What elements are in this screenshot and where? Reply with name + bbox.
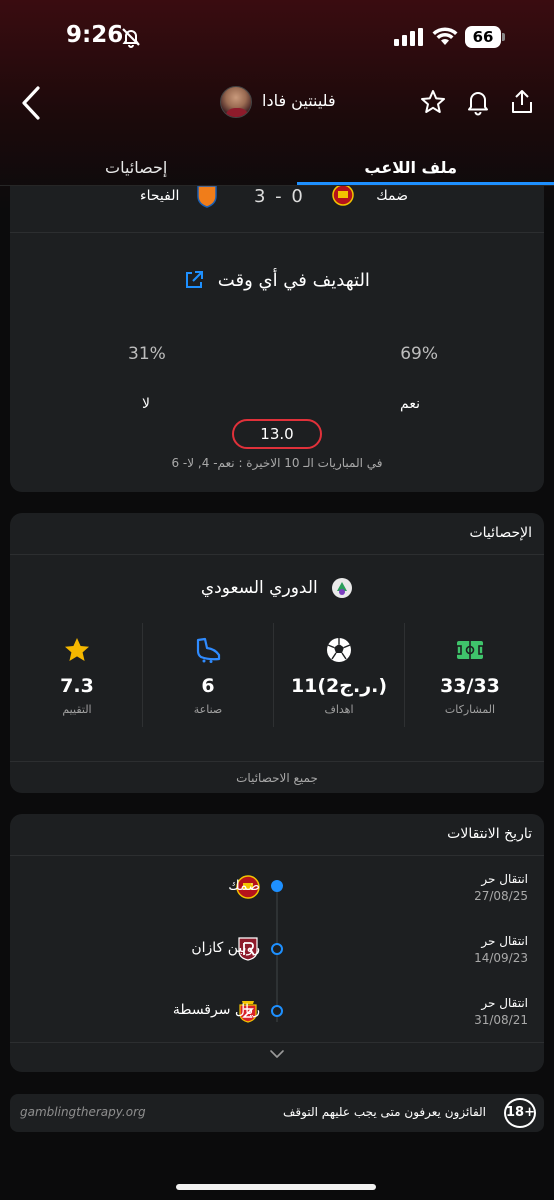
stat-appearances: 33/33 المشاركات bbox=[405, 623, 535, 728]
transfer-club[interactable]: روبين كازان bbox=[191, 940, 260, 956]
football-icon bbox=[327, 638, 351, 662]
match-prop-card: ضمك 3 - 0 الفيحاء التهديف في أي وقت 69% … bbox=[10, 186, 544, 492]
rating-value: 7.3 bbox=[60, 675, 94, 697]
all-statistics-link[interactable]: جميع الاحصائيات bbox=[10, 761, 544, 793]
transfer-history-header: تاريخ الانتقالات bbox=[447, 826, 532, 842]
wifi-icon bbox=[432, 27, 458, 45]
player-avatar bbox=[220, 86, 252, 118]
home-indicator[interactable] bbox=[176, 1184, 376, 1190]
notification-bell-icon[interactable] bbox=[464, 88, 492, 116]
timeline-dot-current bbox=[271, 880, 283, 892]
stat-goals: 11(2ر.ج.) اهداف bbox=[274, 623, 404, 728]
divider bbox=[10, 554, 544, 555]
prop-title: التهديف في أي وقت bbox=[217, 270, 370, 291]
transfer-date: 31/08/21 bbox=[474, 1013, 528, 1027]
match-score: 3 - 0 bbox=[254, 186, 305, 207]
transfer-club[interactable]: ريال سرقسطة bbox=[173, 1002, 260, 1018]
alfayha-crest-icon bbox=[197, 186, 217, 208]
goals-label: اهداف bbox=[324, 703, 354, 716]
rating-label: التقييم bbox=[62, 703, 92, 716]
external-link-icon[interactable] bbox=[184, 270, 204, 290]
no-label: لا bbox=[142, 396, 150, 412]
assists-label: صناعة bbox=[193, 703, 223, 716]
timeline-dot bbox=[271, 943, 283, 955]
transfer-type: انتقال حر bbox=[481, 934, 528, 948]
appearances-value: 33/33 bbox=[440, 675, 500, 697]
tab-bar: ملف اللاعب إحصائيات bbox=[0, 152, 554, 188]
timeline-line bbox=[276, 888, 278, 1022]
transfer-history-card: تاريخ الانتقالات انتقال حر 27/08/25 ضمك … bbox=[10, 814, 544, 1072]
damac-crest-icon bbox=[332, 186, 354, 206]
battery-tip bbox=[502, 33, 505, 41]
tab-player-profile[interactable]: ملف اللاعب bbox=[364, 158, 457, 177]
pitch-icon bbox=[456, 641, 484, 659]
divider bbox=[10, 1042, 544, 1043]
transfer-date: 27/08/25 bbox=[474, 889, 528, 903]
stat-rating: 7.3 التقييم bbox=[12, 623, 142, 728]
star-icon bbox=[65, 638, 89, 661]
back-arrow-icon[interactable] bbox=[16, 80, 48, 126]
column-divider bbox=[404, 623, 405, 727]
goals-value: 11(2ر.ج.) bbox=[290, 675, 388, 697]
battery-level: 66 bbox=[465, 26, 501, 48]
stat-assists: 6 صناعة bbox=[143, 623, 273, 728]
yes-label: نعم bbox=[400, 396, 420, 412]
league-name: الدوري السعودي bbox=[200, 578, 318, 598]
last-10-summary: في المباريات الـ 10 الاخيرة : نعم- 4, لا… bbox=[171, 456, 383, 470]
prop-title-row: التهديف في أي وقت bbox=[10, 270, 544, 291]
match-row[interactable]: ضمك 3 - 0 الفيحاء bbox=[10, 186, 544, 228]
active-tab-indicator bbox=[297, 182, 554, 185]
cellular-signal-icon bbox=[394, 28, 423, 46]
column-divider bbox=[142, 623, 143, 727]
tab-statistics[interactable]: إحصائيات bbox=[105, 158, 167, 177]
status-time: 9:26 bbox=[66, 22, 124, 48]
bell-muted-icon bbox=[122, 28, 140, 48]
star-outline-icon[interactable] bbox=[419, 88, 447, 116]
divider bbox=[10, 855, 544, 856]
chevron-down-icon[interactable] bbox=[268, 1048, 286, 1060]
column-divider bbox=[273, 623, 274, 727]
statistics-header: الإحصائيات bbox=[469, 525, 532, 541]
yes-percentage: 69% bbox=[400, 344, 438, 364]
transfer-type: انتقال حر bbox=[481, 872, 528, 886]
player-name: فلينتين فادا bbox=[262, 91, 336, 110]
league-row: الدوري السعودي bbox=[10, 577, 544, 599]
away-team-name: الفيحاء bbox=[140, 188, 180, 204]
battery-indicator: 66 bbox=[465, 26, 505, 48]
divider bbox=[10, 232, 544, 233]
odds-button[interactable]: 13.0 bbox=[232, 419, 322, 449]
assists-value: 6 bbox=[201, 675, 215, 697]
share-icon[interactable] bbox=[508, 88, 536, 116]
appearances-label: المشاركات bbox=[444, 703, 496, 716]
gambling-therapy-link[interactable]: gamblingtherapy.org bbox=[20, 1105, 146, 1119]
no-percentage: 31% bbox=[128, 344, 166, 364]
saudi-league-logo bbox=[332, 578, 353, 598]
status-bar: 9:26 66 bbox=[0, 0, 554, 70]
timeline-dot bbox=[271, 1005, 283, 1017]
transfer-type: انتقال حر bbox=[481, 996, 528, 1010]
transfer-club[interactable]: ضمك bbox=[228, 878, 260, 894]
responsible-gambling-banner: gamblingtherapy.org الفائزون يعرفون متى … bbox=[10, 1094, 544, 1132]
home-team-name: ضمك bbox=[376, 188, 408, 204]
transfer-date: 14/09/23 bbox=[474, 951, 528, 965]
app-header: فلينتين فادا bbox=[0, 78, 554, 128]
age-restriction-badge: 18+ bbox=[504, 1098, 536, 1128]
statistics-card: الإحصائيات الدوري السعودي 33/33 المشاركا… bbox=[10, 513, 544, 793]
boot-icon bbox=[196, 637, 221, 663]
responsible-gambling-text: الفائزون يعرفون متى يجب عليهم التوقف bbox=[282, 1105, 486, 1119]
